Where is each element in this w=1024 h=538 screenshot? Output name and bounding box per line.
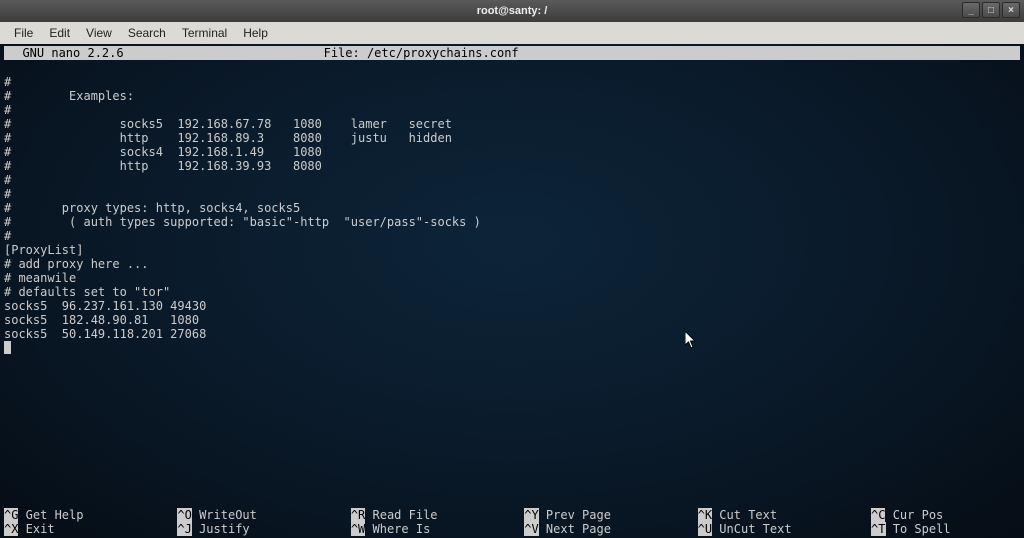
shortcut-label: Read File: [365, 508, 437, 522]
editor-line: # socks5 192.168.67.78 1080 lamer secret: [4, 117, 452, 131]
text-cursor: [4, 341, 11, 354]
minimize-button[interactable]: _: [962, 2, 980, 18]
editor-line: socks5 96.237.161.130 49430: [4, 299, 206, 313]
shortcut-label: Prev Page: [539, 508, 611, 522]
shortcut-bar: ^G Get Help ^O WriteOut ^R Read File ^Y …: [4, 494, 1020, 536]
shortcut-label: To Spell: [886, 522, 951, 536]
editor-line: # meanwile: [4, 271, 76, 285]
editor-line: socks5 50.149.118.201 27068: [4, 327, 206, 341]
shortcut-key: ^R: [351, 508, 365, 522]
editor-line: # proxy types: http, socks4, socks5: [4, 201, 300, 215]
editor-line: #: [4, 75, 11, 89]
shortcut-key: ^Y: [524, 508, 538, 522]
editor-line: [ProxyList]: [4, 243, 83, 257]
editor-line: #: [4, 103, 11, 117]
nano-file-label: File: /etc/proxychains.conf: [324, 46, 519, 60]
shortcut-key: ^V: [524, 522, 538, 536]
editor-line: #: [4, 229, 11, 243]
menubar: File Edit View Search Terminal Help: [0, 22, 1024, 44]
shortcut-key: ^G: [4, 508, 18, 522]
editor-line: socks5 182.48.90.81 1080: [4, 313, 199, 327]
editor-line: # http 192.168.89.3 8080 justu hidden: [4, 131, 452, 145]
editor-line: # http 192.168.39.93 8080: [4, 159, 322, 173]
window-title: root@santy: /: [477, 5, 548, 17]
shortcut-label: WriteOut: [192, 508, 257, 522]
menu-help[interactable]: Help: [235, 23, 276, 43]
shortcut-key: ^X: [4, 522, 18, 536]
menu-view[interactable]: View: [78, 23, 120, 43]
shortcut-label: Justify: [192, 522, 250, 536]
shortcut-key: ^J: [177, 522, 191, 536]
nano-header: GNU nano 2.2.6 File: /etc/proxychains.co…: [4, 46, 1020, 60]
menu-terminal[interactable]: Terminal: [174, 23, 235, 43]
editor-line: # add proxy here ...: [4, 257, 149, 271]
shortcut-label: Where Is: [365, 522, 430, 536]
terminal-area[interactable]: GNU nano 2.2.6 File: /etc/proxychains.co…: [0, 44, 1024, 538]
shortcut-key: ^K: [698, 508, 712, 522]
close-button[interactable]: ×: [1002, 2, 1020, 18]
menu-edit[interactable]: Edit: [41, 23, 78, 43]
shortcut-label: Get Help: [18, 508, 83, 522]
editor-line: # defaults set to "tor": [4, 285, 170, 299]
shortcut-label: Cur Pos: [885, 508, 943, 522]
shortcut-label: Cut Text: [712, 508, 777, 522]
shortcut-label: UnCut Text: [712, 522, 791, 536]
editor-line: #: [4, 173, 11, 187]
nano-app-name: GNU nano 2.2.6: [4, 46, 124, 60]
editor-line: # socks4 192.168.1.49 1080: [4, 145, 322, 159]
shortcut-key: ^U: [698, 522, 712, 536]
window-controls: _ □ ×: [962, 2, 1020, 18]
shortcut-key: ^W: [351, 522, 365, 536]
shortcut-key: ^C: [871, 508, 885, 522]
shortcut-key: ^O: [177, 508, 191, 522]
shortcut-key: ^T: [871, 522, 885, 536]
window-titlebar: root@santy: / _ □ ×: [0, 0, 1024, 22]
menu-search[interactable]: Search: [120, 23, 174, 43]
shortcut-label: Exit: [18, 522, 54, 536]
editor-line: # ( auth types supported: "basic"-http "…: [4, 215, 481, 229]
editor-line: #: [4, 187, 11, 201]
maximize-button[interactable]: □: [982, 2, 1000, 18]
menu-file[interactable]: File: [6, 23, 41, 43]
editor-content[interactable]: # # Examples: # # socks5 192.168.67.78 1…: [4, 60, 1020, 357]
editor-line: # Examples:: [4, 89, 134, 103]
shortcut-label: Next Page: [539, 522, 611, 536]
